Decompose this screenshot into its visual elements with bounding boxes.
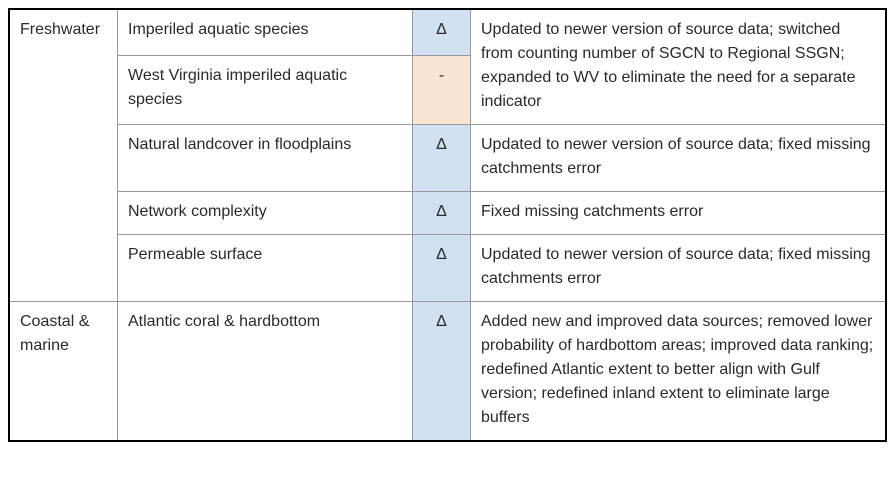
delta-symbol: Δ — [413, 235, 471, 302]
indicator-cell: Permeable surface — [118, 235, 413, 302]
indicator-table: Freshwater Imperiled aquatic species Δ U… — [8, 8, 887, 442]
delta-symbol: Δ — [413, 10, 471, 56]
indicator-cell: Atlantic coral & hardbottom — [118, 302, 413, 440]
removed-symbol: - — [413, 56, 471, 126]
indicator-cell: Natural landcover in floodplains — [118, 125, 413, 192]
category-freshwater: Freshwater — [10, 10, 118, 302]
indicator-cell: Imperiled aquatic species — [118, 10, 413, 56]
delta-symbol: Δ — [413, 125, 471, 192]
delta-symbol: Δ — [413, 192, 471, 235]
description-cell: Fixed missing catchments error — [471, 192, 885, 235]
indicator-cell: Network complexity — [118, 192, 413, 235]
category-coastal-marine: Coastal & marine — [10, 302, 118, 440]
description-cell: Added new and improved data sources; rem… — [471, 302, 885, 440]
description-cell: Updated to newer version of source data;… — [471, 125, 885, 192]
description-cell: Updated to newer version of source data;… — [471, 235, 885, 302]
delta-symbol: Δ — [413, 302, 471, 440]
description-cell: Updated to newer version of source data;… — [471, 10, 885, 125]
indicator-cell: West Virginia imperiled aquatic species — [118, 56, 413, 126]
